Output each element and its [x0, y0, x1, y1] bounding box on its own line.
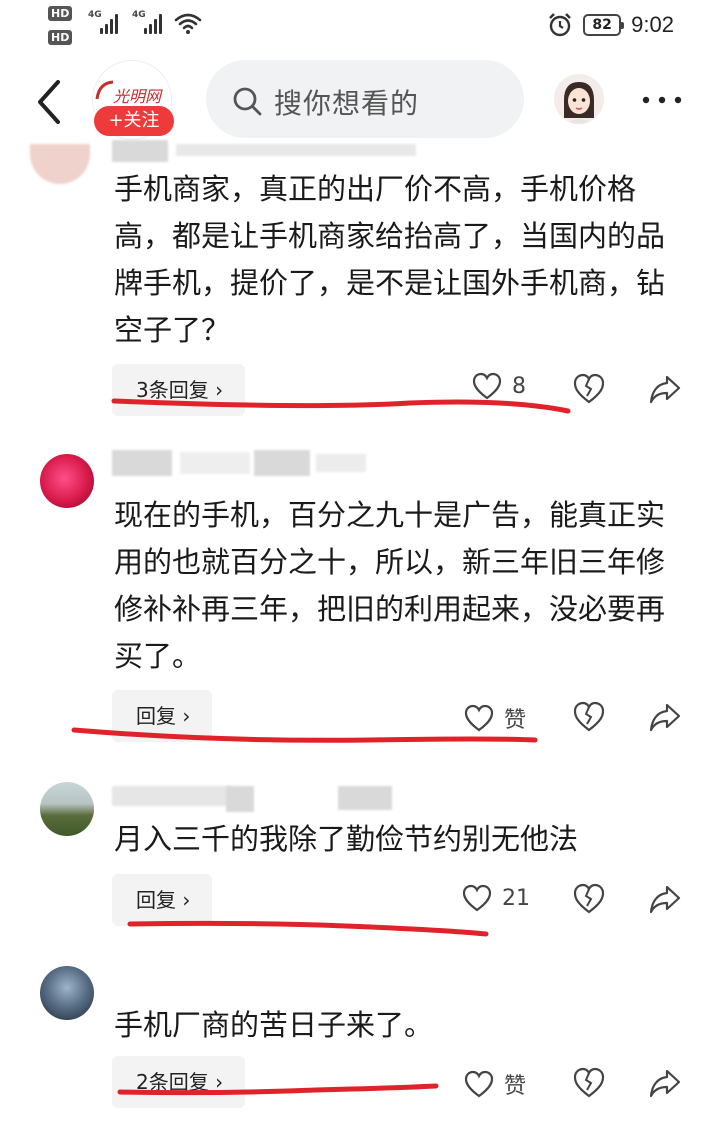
search-bar[interactable]: 搜你想看的: [206, 60, 524, 138]
comment-item: 手机厂商的苦日子来了。 2条回复 › 赞: [0, 962, 720, 1134]
commenter-name[interactable]: [112, 140, 168, 162]
commenter-name[interactable]: [112, 786, 232, 806]
commenter-avatar[interactable]: [40, 454, 94, 508]
broken-heart-icon[interactable]: [572, 1066, 606, 1100]
commenter-name[interactable]: [112, 450, 172, 476]
wifi-icon: [174, 13, 202, 34]
hd1-badge: HD: [48, 6, 73, 21]
broken-heart-icon[interactable]: [572, 372, 606, 406]
heart-icon: [464, 704, 494, 732]
follow-button[interactable]: +关注: [94, 106, 174, 136]
status-left: HD HD 4G 4G: [48, 6, 208, 46]
alarm-icon: [549, 13, 572, 37]
reply-button[interactable]: 2条回复 ›: [112, 1056, 246, 1108]
reply-button[interactable]: 回复 ›: [112, 690, 213, 742]
commenter-avatar[interactable]: [30, 144, 90, 184]
battery-indicator: 82: [583, 14, 625, 36]
commenter-name: [316, 454, 366, 472]
heart-icon: [464, 1070, 494, 1098]
reply-button[interactable]: 3条回复 ›: [112, 364, 246, 416]
search-icon: [233, 87, 262, 116]
status-right: 82 9:02: [547, 10, 674, 40]
commenter-name: [338, 786, 392, 810]
commenter-name: [176, 144, 416, 156]
comment-text: 手机厂商的苦日子来了。: [114, 1008, 434, 1042]
comment-text: 月入三千的我除了勤俭节约别无他法: [114, 822, 579, 856]
comment-text: 现在的手机，百分之九十是广告，能真正实用的也就百分之十，所以，新三年旧三年修修补…: [114, 498, 666, 673]
share-icon[interactable]: [648, 882, 682, 916]
comment-item: 月入三千的我除了勤俭节约别无他法 回复 › 21: [0, 780, 720, 950]
signal-icon: 4G: [132, 10, 162, 34]
commenter-avatar[interactable]: [40, 782, 94, 836]
search-placeholder: 搜你想看的: [274, 87, 420, 120]
like-button[interactable]: 8: [472, 372, 526, 400]
reply-button[interactable]: 回复 ›: [112, 874, 213, 926]
hd2-badge: HD: [48, 30, 73, 45]
heart-icon: [462, 884, 492, 912]
back-icon[interactable]: [30, 78, 70, 126]
top-nav: 光明网 +关注 搜你想看的: [0, 52, 720, 148]
comment-item: 现在的手机，百分之九十是广告，能真正实用的也就百分之十，所以，新三年旧三年修修补…: [0, 446, 720, 756]
share-icon[interactable]: [648, 1066, 682, 1100]
signal-icon: 4G: [88, 10, 118, 34]
clock: 9:02: [631, 12, 674, 37]
comment-text: 手机商家，真正的出厂价不高，手机价格高，都是让手机商家给抬高了，当国内的品牌手机…: [114, 172, 666, 347]
like-button[interactable]: 21: [462, 884, 530, 912]
user-avatar-icon: [554, 74, 604, 124]
like-count: 赞: [504, 1074, 527, 1099]
heart-icon: [472, 372, 502, 400]
comment-item: 手机商家，真正的出厂价不高，手机价格高，都是让手机商家给抬高了，当国内的品牌手机…: [0, 140, 720, 430]
user-avatar[interactable]: [554, 74, 604, 124]
share-icon[interactable]: [648, 372, 682, 406]
commenter-avatar[interactable]: [40, 966, 94, 1020]
commenter-name: [226, 786, 254, 812]
brand-mark-icon: [95, 80, 114, 100]
status-bar: HD HD 4G 4G 82 9:02: [0, 0, 720, 52]
like-button[interactable]: 赞: [464, 1068, 526, 1100]
brand-logo: 光明网: [113, 87, 162, 106]
more-icon[interactable]: [638, 88, 686, 112]
commenter-name: [180, 452, 250, 474]
like-count: 21: [502, 885, 530, 911]
like-count: 赞: [504, 708, 527, 733]
commenter-name: [254, 450, 310, 476]
share-icon[interactable]: [648, 700, 682, 734]
broken-heart-icon[interactable]: [572, 882, 606, 916]
broken-heart-icon[interactable]: [572, 700, 606, 734]
like-count: 8: [512, 373, 526, 399]
like-button[interactable]: 赞: [464, 702, 526, 734]
